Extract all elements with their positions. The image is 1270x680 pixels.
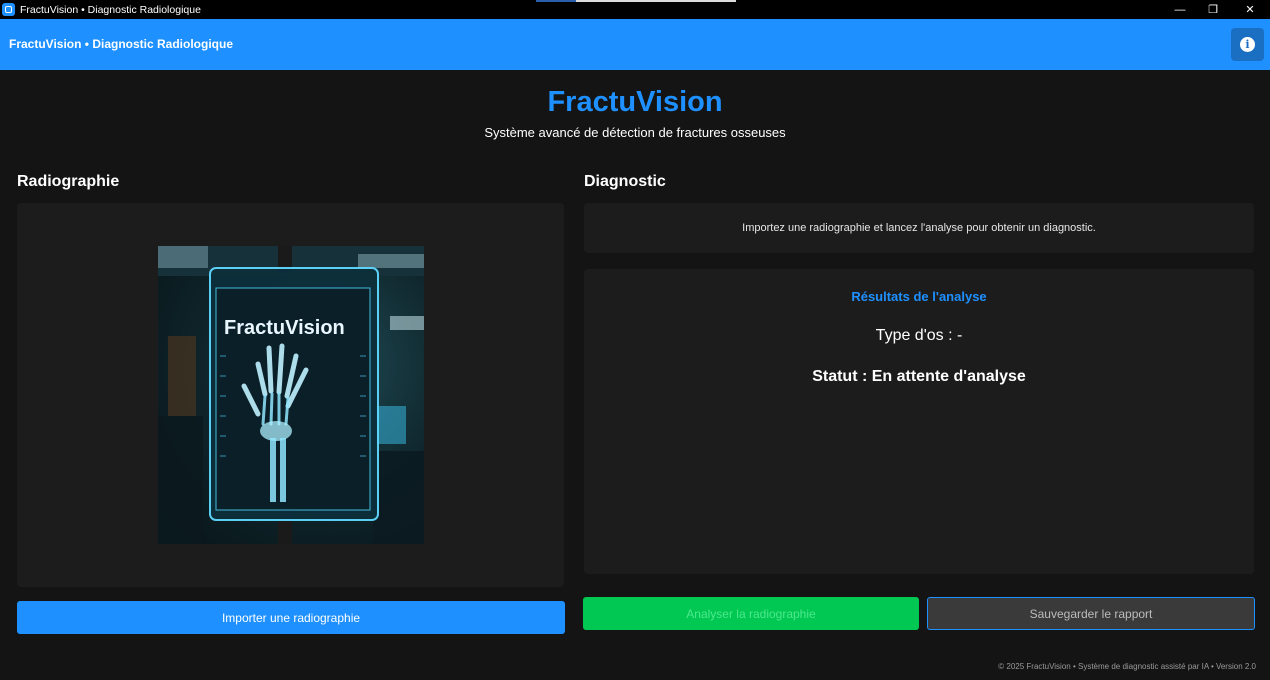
xray-logo-text: FractuVision bbox=[224, 317, 345, 339]
analyze-radiography-button[interactable]: Analyser la radiographie bbox=[583, 597, 919, 630]
window-titlebar: FractuVision • Diagnostic Radiologique —… bbox=[0, 0, 1270, 19]
status-label: Statut : En attente d'analyse bbox=[812, 368, 1026, 385]
radiography-section-title: Radiographie bbox=[17, 173, 120, 190]
results-title: Résultats de l'analyse bbox=[851, 289, 987, 304]
app-header: FractuVision • Diagnostic Radiologique bbox=[0, 19, 1270, 70]
info-button[interactable]: i bbox=[1231, 28, 1264, 61]
save-report-button[interactable]: Sauvegarder le rapport bbox=[927, 597, 1255, 630]
minimize-button[interactable]: — bbox=[1162, 0, 1198, 19]
brand-title: FractuVision bbox=[547, 86, 723, 118]
footer-text: © 2025 FractuVision • Système de diagnos… bbox=[998, 662, 1256, 671]
xray-image: FractuVision bbox=[158, 246, 424, 544]
close-button[interactable]: ✕ bbox=[1232, 0, 1268, 19]
window-title: FractuVision • Diagnostic Radiologique bbox=[20, 3, 201, 16]
instruction-text: Importez une radiographie et lancez l'an… bbox=[742, 222, 1096, 234]
brand-subtitle: Système avancé de détection de fractures… bbox=[484, 125, 786, 140]
instruction-panel: Importez une radiographie et lancez l'an… bbox=[584, 203, 1254, 253]
import-radiography-button[interactable]: Importer une radiographie bbox=[17, 601, 565, 634]
titlebar-indicator bbox=[536, 0, 736, 2]
results-panel: Résultats de l'analyse Type d'os : - Sta… bbox=[584, 269, 1254, 574]
app-icon bbox=[2, 3, 15, 16]
restore-button[interactable]: ❐ bbox=[1195, 0, 1231, 19]
diagnostic-section-title: Diagnostic bbox=[584, 173, 666, 190]
header-title: FractuVision • Diagnostic Radiologique bbox=[9, 37, 234, 51]
xray-illustration: FractuVision bbox=[158, 246, 424, 544]
info-icon: i bbox=[1240, 37, 1255, 52]
bone-type-label: Type d'os : - bbox=[875, 327, 963, 344]
